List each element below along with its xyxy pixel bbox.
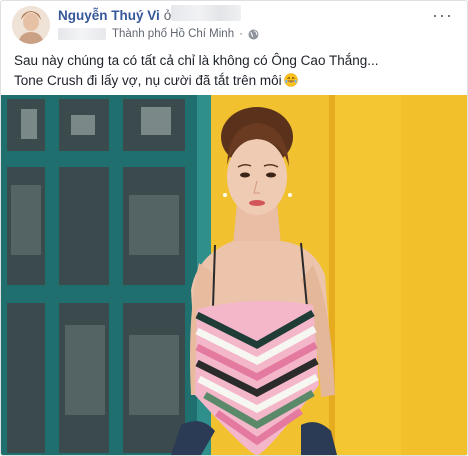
avatar[interactable] [12,6,50,44]
globe-icon[interactable] [248,29,259,40]
post-header: Nguyễn Thuý Vi ở Thành phố Hồ Chí Minh · … [1,1,467,47]
location-link[interactable]: Thành phố Hồ Chí Minh [112,28,234,40]
post-photo[interactable] [1,95,467,455]
post-meta: Thành phố Hồ Chí Minh · [58,28,259,40]
meta-separator: · [239,28,243,40]
more-options-icon[interactable]: ··· [432,6,453,24]
author-name[interactable]: Nguyễn Thuý Vi [58,8,160,23]
author-line: Nguyễn Thuý Vi ở [58,8,173,24]
post-text-line: Sau này chúng ta có tất cả chỉ là không … [14,53,379,68]
redacted-timestamp [58,28,106,40]
facebook-post: Nguyễn Thuý Vi ở Thành phố Hồ Chí Minh · … [0,0,468,456]
photo-illustration [1,95,467,455]
post-text: Sau này chúng ta có tất cả chỉ là không … [14,51,379,93]
post-text-line-2: Tone Crush đi lấy vợ, nụ cười đã tắt trê… [14,73,282,88]
redacted-tag [171,5,241,21]
laughing-emoji-icon [283,73,298,93]
post-text-line: Tone Crush đi lấy vợ, nụ cười đã tắt trê… [14,71,379,93]
